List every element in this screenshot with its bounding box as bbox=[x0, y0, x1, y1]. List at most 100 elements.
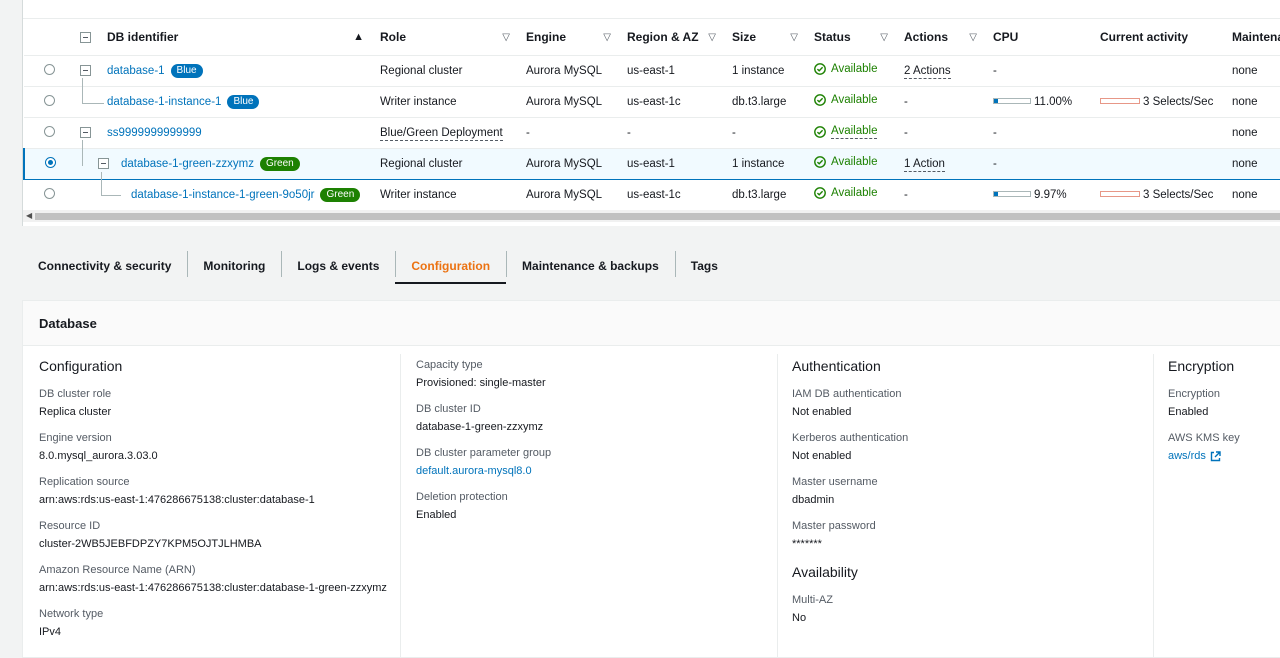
region-cell: us-east-1 bbox=[619, 147, 724, 180]
size-cell: db.t3.large bbox=[724, 179, 806, 211]
engine-cell: Aurora MySQL bbox=[518, 86, 619, 118]
activity-value: 3 Selects/Sec bbox=[1143, 188, 1214, 201]
db-identifier-link[interactable]: database-1-instance-1 bbox=[107, 96, 221, 108]
field-label: Deletion protection bbox=[416, 491, 508, 503]
collapse-icon[interactable] bbox=[80, 127, 91, 138]
databases-table: DB identifier ▲ Role ▽ Engine ▽ Region & AZ… bbox=[22, 0, 1280, 226]
field-label: Master password bbox=[792, 520, 876, 532]
field-label: IAM DB authentication bbox=[792, 388, 902, 400]
tab-monitoring[interactable]: Monitoring bbox=[187, 248, 281, 284]
actions-cell: - bbox=[896, 117, 985, 149]
cpu-value: 11.00% bbox=[1034, 95, 1073, 108]
database-details-panel: Database Configuration DB cluster role Re… bbox=[22, 300, 1280, 658]
green-badge: Green bbox=[259, 156, 300, 171]
table-row[interactable]: ss9999999999999 Blue/Green Deployment - … bbox=[24, 117, 1280, 149]
maintenance-cell: none bbox=[1224, 117, 1280, 149]
tree-line bbox=[101, 195, 121, 196]
external-link-icon[interactable] bbox=[1210, 450, 1221, 462]
field-label: Encryption bbox=[1168, 388, 1220, 400]
cpu-value: 9.97% bbox=[1034, 188, 1067, 201]
horizontal-scrollbar[interactable]: ◀ bbox=[23, 210, 1280, 222]
status-available: Available bbox=[814, 187, 877, 199]
tree-line bbox=[82, 103, 104, 104]
row-radio[interactable] bbox=[44, 125, 55, 137]
header-cpu[interactable]: CPU bbox=[985, 20, 1092, 56]
region-cell: us-east-1c bbox=[619, 179, 724, 211]
actions-link[interactable]: 1 Action bbox=[904, 157, 945, 172]
check-circle-icon bbox=[814, 63, 826, 75]
table-row[interactable]: database-1-instance-1-green-9o50jr Green … bbox=[24, 179, 1280, 211]
activity-cell bbox=[1092, 147, 1224, 180]
row-radio[interactable] bbox=[44, 94, 55, 106]
collapse-icon[interactable] bbox=[80, 65, 91, 76]
size-cell: - bbox=[724, 117, 806, 149]
rds-databases-page: DB identifier ▲ Role ▽ Engine ▽ Region & AZ… bbox=[0, 0, 1280, 658]
field-label: Engine version bbox=[39, 432, 112, 444]
actions-cell: - bbox=[896, 86, 985, 118]
header-actions[interactable]: Actions ▽ bbox=[896, 20, 985, 56]
header-engine[interactable]: Engine ▽ bbox=[518, 20, 619, 56]
cpu-bar bbox=[993, 191, 1031, 198]
actions-link[interactable]: 2 Actions bbox=[904, 64, 951, 79]
table-row-selected[interactable]: database-1-green-zzxymz Green Regional cl… bbox=[23, 147, 1280, 180]
header-current-activity[interactable]: Current activity bbox=[1092, 20, 1224, 56]
table-row[interactable]: database-1-instance-1 Blue Writer instanc… bbox=[24, 86, 1280, 118]
field-value: arn:aws:rds:us-east-1:476286675138:clust… bbox=[39, 582, 387, 594]
field-value: dbadmin bbox=[792, 494, 835, 506]
activity-cell bbox=[1092, 55, 1224, 87]
role-cell: Regional cluster bbox=[372, 147, 518, 180]
table-row[interactable]: database-1 Blue Regional cluster Aurora M… bbox=[24, 55, 1280, 87]
field-value: Replica cluster bbox=[39, 406, 112, 418]
field-label: AWS KMS key bbox=[1168, 432, 1240, 444]
header-region[interactable]: Region & AZ ▽ bbox=[619, 20, 724, 56]
header-maintenance[interactable]: Maintenan bbox=[1224, 20, 1280, 56]
region-cell: us-east-1 bbox=[619, 55, 724, 87]
kms-key-link[interactable]: aws/rds bbox=[1168, 450, 1206, 462]
section-heading: Availability bbox=[792, 564, 858, 580]
header-status[interactable]: Status ▽ bbox=[806, 20, 896, 56]
status-available: Available bbox=[814, 63, 877, 75]
tab-maintenance-backups[interactable]: Maintenance & backups bbox=[506, 248, 675, 284]
check-circle-icon bbox=[814, 156, 826, 168]
db-identifier-link[interactable]: database-1-green-zzxymz bbox=[121, 158, 254, 170]
engine-cell: Aurora MySQL bbox=[518, 55, 619, 87]
field-value: database-1-green-zzxymz bbox=[416, 421, 544, 433]
db-identifier-link[interactable]: ss9999999999999 bbox=[107, 127, 202, 139]
db-identifier-link[interactable]: database-1 bbox=[107, 65, 165, 77]
detail-tabs: Connectivity & security Monitoring Logs … bbox=[22, 248, 734, 284]
row-radio[interactable] bbox=[44, 63, 55, 75]
sort-icon: ▽ bbox=[790, 31, 798, 43]
collapse-icon[interactable] bbox=[98, 158, 109, 169]
section-heading: Authentication bbox=[792, 358, 881, 374]
status-available[interactable]: Available bbox=[814, 125, 878, 139]
check-circle-icon bbox=[814, 187, 826, 199]
check-circle-icon bbox=[814, 125, 826, 138]
field-label: Network type bbox=[39, 608, 104, 620]
sort-icon: ▽ bbox=[708, 31, 716, 43]
collapse-all-icon[interactable] bbox=[80, 31, 91, 43]
role-cell[interactable]: Blue/Green Deployment bbox=[380, 126, 503, 141]
row-radio-selected[interactable] bbox=[45, 156, 56, 168]
db-identifier-link[interactable]: database-1-instance-1-green-9o50jr bbox=[131, 189, 314, 201]
tab-connectivity-security[interactable]: Connectivity & security bbox=[22, 248, 187, 284]
field-label: DB cluster ID bbox=[416, 403, 481, 415]
scrollbar-thumb[interactable] bbox=[35, 213, 1280, 220]
tab-configuration[interactable]: Configuration bbox=[395, 248, 506, 284]
authentication-column: Authentication IAM DB authentication Not … bbox=[792, 346, 1152, 638]
header-db-identifier[interactable]: DB identifier ▲ bbox=[72, 20, 372, 56]
header-size[interactable]: Size ▽ bbox=[724, 20, 806, 56]
tree-line bbox=[101, 172, 102, 196]
row-radio[interactable] bbox=[44, 187, 55, 199]
header-role[interactable]: Role ▽ bbox=[372, 20, 518, 56]
cpu-cell: - bbox=[985, 147, 1092, 180]
role-cell: Writer instance bbox=[372, 179, 518, 211]
tab-tags[interactable]: Tags bbox=[674, 248, 734, 284]
scroll-left-icon[interactable]: ◀ bbox=[26, 211, 32, 220]
engine-cell: - bbox=[518, 117, 619, 149]
region-cell: - bbox=[619, 117, 724, 149]
field-value: No bbox=[792, 612, 807, 624]
parameter-group-link[interactable]: default.aurora-mysql8.0 bbox=[416, 465, 766, 477]
cpu-cell: - bbox=[985, 117, 1092, 149]
tab-logs-events[interactable]: Logs & events bbox=[281, 248, 395, 284]
cpu-bar bbox=[993, 98, 1031, 105]
